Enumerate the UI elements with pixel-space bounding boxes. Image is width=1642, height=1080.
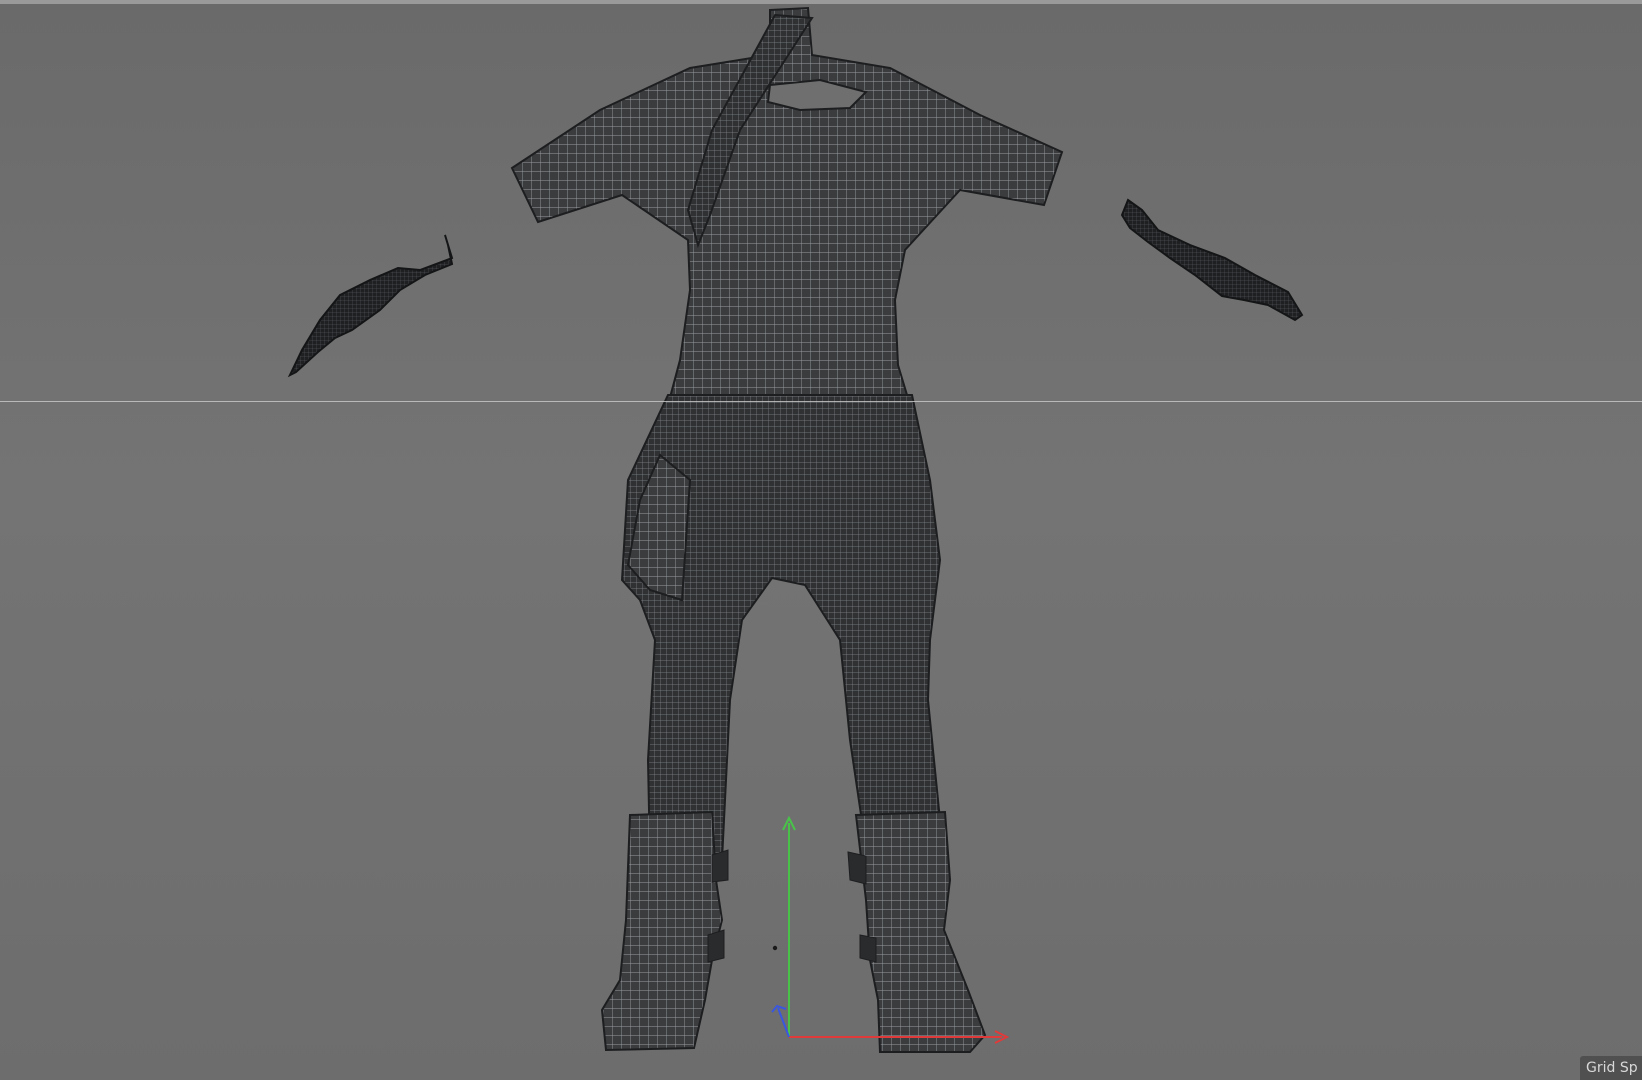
mesh-right-boot	[854, 810, 987, 1053]
mesh-right-boot-buckle	[847, 851, 867, 885]
mesh-left-boot-buckle	[711, 849, 729, 883]
mesh-right-boot-buckle	[859, 934, 877, 963]
pivot-point	[772, 945, 778, 951]
mesh-right-glove	[1120, 198, 1304, 322]
mesh-left-boot	[600, 810, 724, 1052]
z-axis-line	[777, 1007, 790, 1038]
scene-canvas[interactable]	[0, 0, 1642, 1080]
grid-spacing-label: Grid Sp	[1580, 1056, 1642, 1080]
horizon-line	[0, 401, 1642, 402]
mesh-left-glove	[287, 234, 454, 378]
mesh-left-boot-buckle	[707, 929, 725, 963]
mesh-top	[510, 6, 1064, 406]
3d-viewport[interactable]: Grid Sp	[0, 0, 1642, 1080]
